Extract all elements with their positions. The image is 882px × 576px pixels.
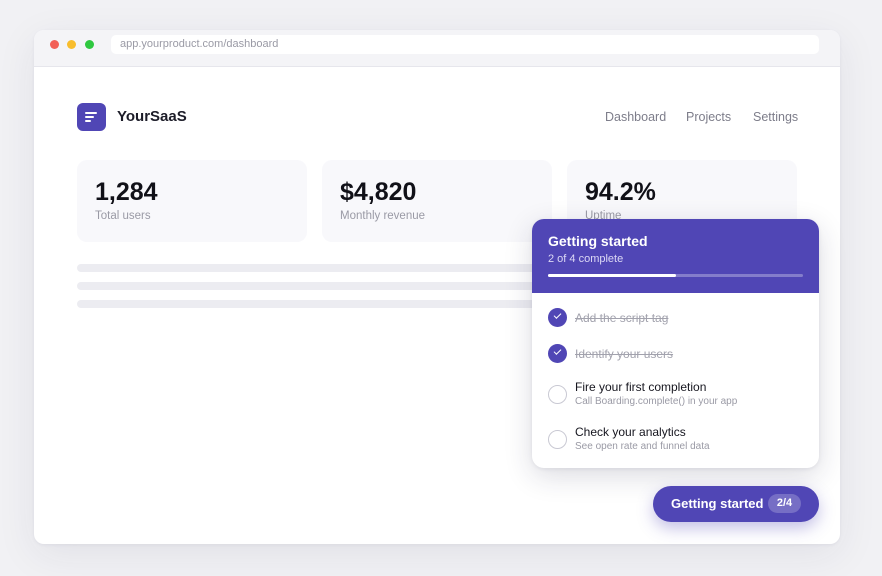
skeleton-line <box>77 264 547 272</box>
task-description: See open rate and funnel data <box>575 441 710 452</box>
launcher-label: Getting started <box>671 496 764 511</box>
checkmark-circle-icon[interactable] <box>548 308 567 327</box>
close-window-dot[interactable] <box>50 40 59 49</box>
checkmark-circle-icon[interactable] <box>548 344 567 363</box>
task-title: Identify your users <box>575 347 674 361</box>
stat-label: Total users <box>95 210 151 222</box>
browser-toolbar: app.yourproduct.com/dashboard <box>34 30 840 67</box>
stat-value: 1,284 <box>95 178 158 206</box>
stat-card-users: 1,284 Total users <box>77 160 307 242</box>
maximize-window-dot[interactable] <box>85 40 94 49</box>
task-title: Fire your first completion <box>575 380 707 394</box>
address-bar[interactable]: app.yourproduct.com/dashboard <box>111 35 819 54</box>
checklist-progress-fill <box>548 274 676 277</box>
checklist-progress-text: 2 of 4 complete <box>548 253 624 265</box>
checklist-progress-bar <box>548 274 803 277</box>
checklist-header: Getting started 2 of 4 complete <box>532 219 819 293</box>
launcher-progress-badge: 2/4 <box>768 494 801 513</box>
app-logo-icon <box>77 103 106 131</box>
task-description: Call Boarding.complete() in your app <box>575 396 738 407</box>
checklist-item[interactable]: Identify your users <box>532 343 819 373</box>
nav-dashboard[interactable]: Dashboard <box>605 110 666 124</box>
skeleton-line <box>77 300 547 308</box>
nav-projects[interactable]: Projects <box>686 110 731 124</box>
brand-name: YourSaaS <box>117 108 187 125</box>
task-title: Add the script tag <box>575 311 669 325</box>
nav-settings[interactable]: Settings <box>753 110 798 124</box>
empty-circle-icon[interactable] <box>548 385 567 404</box>
stat-value: $4,820 <box>340 178 417 206</box>
skeleton-line <box>77 282 547 290</box>
empty-circle-icon[interactable] <box>548 430 567 449</box>
checklist-title: Getting started <box>548 233 648 249</box>
stat-value: 94.2% <box>585 178 656 206</box>
onboarding-checklist-panel: Getting started 2 of 4 complete Add the … <box>532 219 819 468</box>
checklist-item[interactable]: Check your analytics See open rate and f… <box>532 424 819 460</box>
checklist-item[interactable]: Add the script tag <box>532 307 819 337</box>
task-title: Check your analytics <box>575 425 686 439</box>
stat-label: Monthly revenue <box>340 210 426 222</box>
getting-started-launcher-button[interactable]: Getting started 2/4 <box>653 486 819 522</box>
checklist-item[interactable]: Fire your first completion Call Boarding… <box>532 379 819 415</box>
stat-card-revenue: $4,820 Monthly revenue <box>322 160 552 242</box>
minimize-window-dot[interactable] <box>67 40 76 49</box>
